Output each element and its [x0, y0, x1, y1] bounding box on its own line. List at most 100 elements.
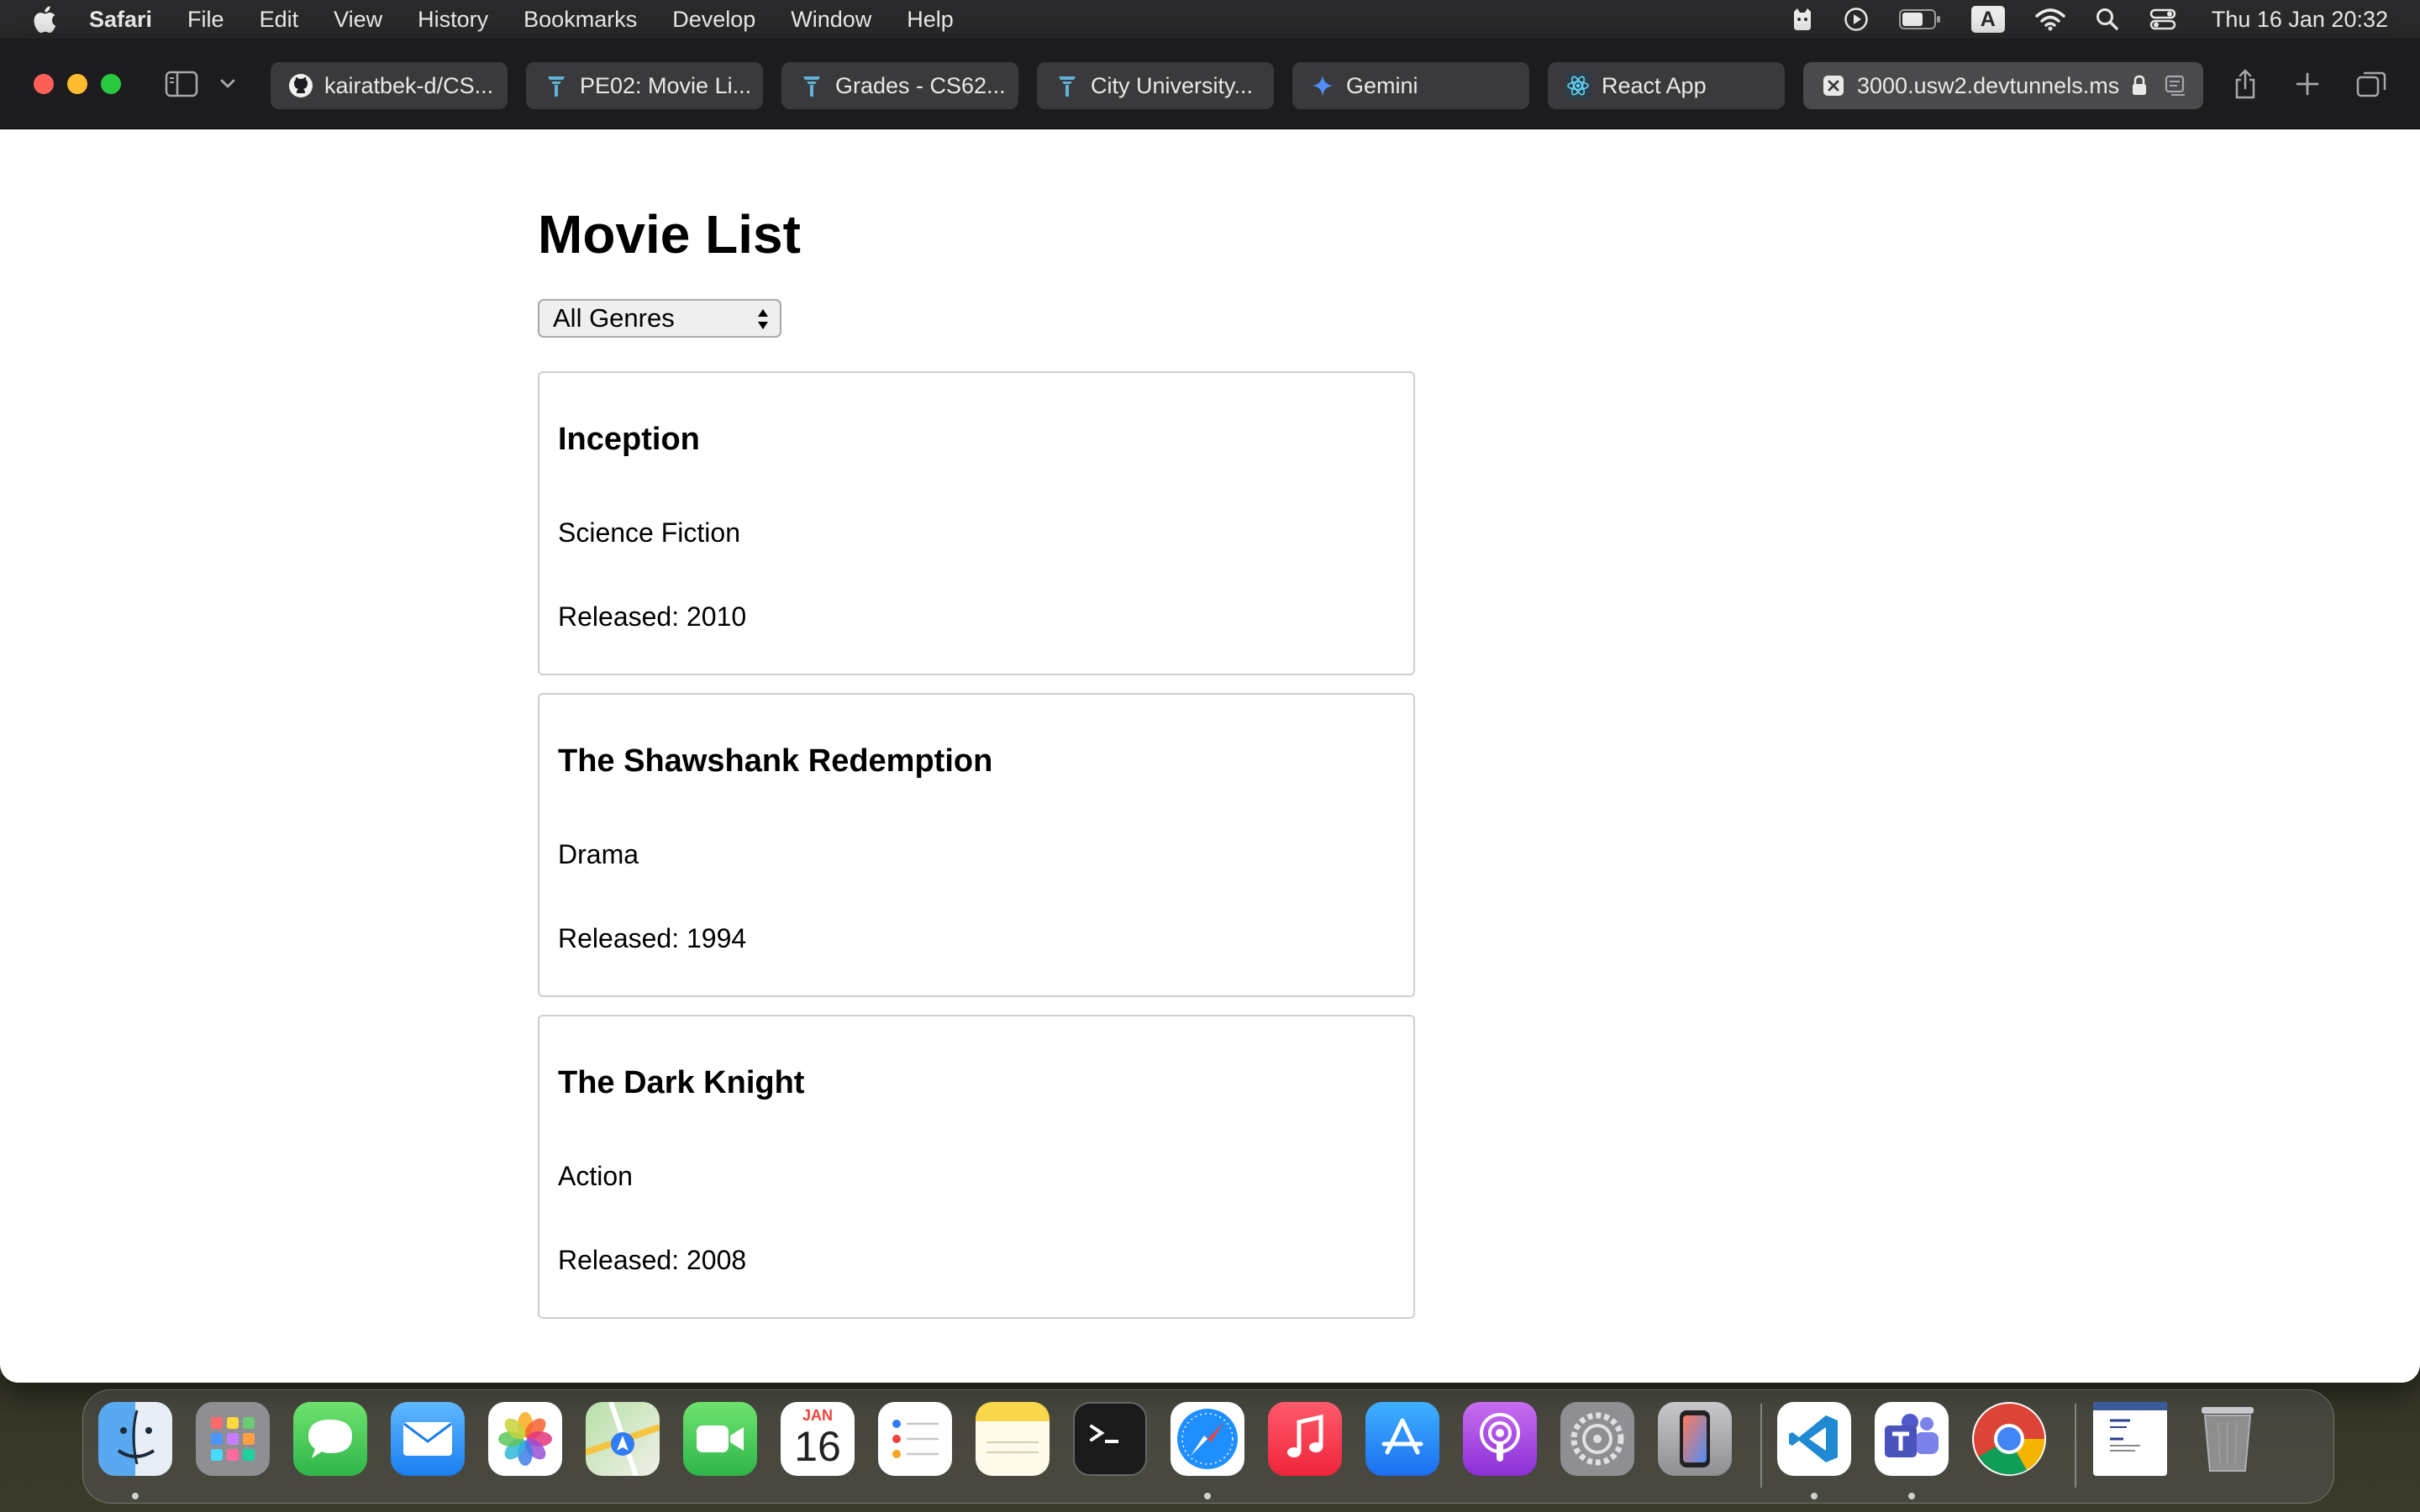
podcasts-icon[interactable]	[1463, 1402, 1537, 1476]
music-icon[interactable]	[1268, 1402, 1342, 1476]
finder-icon[interactable]	[98, 1402, 172, 1476]
running-indicator	[1908, 1493, 1915, 1499]
window-close-button[interactable]	[34, 74, 54, 94]
sidebar-toggle-button[interactable]	[163, 67, 200, 101]
movie-card: The Shawshank Redemption Drama Released:…	[538, 693, 1415, 997]
cityu-icon	[1054, 72, 1081, 99]
tab-label: 3000.usw2.devtunnels.ms	[1857, 72, 2120, 98]
movie-released: Released: 2010	[558, 601, 747, 632]
tab-devtunnels-active[interactable]: 3000.usw2.devtunnels.ms	[1803, 62, 2203, 109]
teams-icon[interactable]	[1875, 1402, 1949, 1476]
movie-released: Released: 1994	[558, 923, 747, 953]
close-tab-icon[interactable]	[1820, 72, 1847, 99]
plus-icon	[2296, 72, 2319, 96]
battery-icon[interactable]	[1898, 9, 1941, 29]
share-icon	[2235, 69, 2255, 99]
vscode-icon[interactable]	[1777, 1402, 1851, 1476]
status-area: A Thu 16 Jan 20:32	[1791, 0, 2388, 39]
genre-filter-value: All Genres	[553, 303, 675, 333]
cat-icon[interactable]	[1791, 7, 1813, 32]
select-arrows-icon	[758, 309, 768, 329]
cityu-icon	[798, 72, 825, 99]
tab-overview-icon	[2356, 71, 2386, 97]
menu-bookmarks[interactable]: Bookmarks	[523, 7, 637, 33]
menu-file[interactable]: File	[187, 7, 224, 33]
mail-icon[interactable]	[391, 1402, 465, 1476]
tab-label: Gemini	[1346, 72, 1418, 98]
lock-icon	[2131, 75, 2148, 97]
input-source-icon[interactable]: A	[1970, 6, 2005, 33]
dock-separator	[1760, 1404, 1762, 1488]
safari-window: kairatbek-d/CS... PE02: Movie Li... Grad…	[0, 39, 2420, 1383]
movie-card: The Dark Knight Action Released: 2008	[538, 1015, 1415, 1319]
new-tab-button[interactable]	[2291, 67, 2324, 101]
movie-title: The Shawshank Redemption	[558, 743, 993, 779]
menu-help[interactable]: Help	[907, 7, 954, 33]
document-preview-icon[interactable]	[2093, 1402, 2167, 1476]
app-store-icon[interactable]	[1365, 1402, 1439, 1476]
react-icon	[1565, 72, 1591, 99]
photos-icon[interactable]	[488, 1402, 562, 1476]
movie-title: Inception	[558, 422, 700, 457]
tab-label: PE02: Movie Li...	[580, 72, 752, 98]
control-center-icon[interactable]	[2149, 8, 2176, 31]
menu-bar: Safari File Edit View History Bookmarks …	[0, 0, 2420, 39]
genre-filter-select[interactable]: All Genres	[538, 299, 781, 338]
tab-overview-button[interactable]	[2353, 67, 2390, 101]
maps-icon[interactable]	[586, 1402, 660, 1476]
page-title: Movie List	[538, 204, 801, 265]
calendar-icon[interactable]: JAN 16	[781, 1402, 855, 1476]
tab-label: kairatbek-d/CS...	[324, 72, 494, 98]
chevron-down-icon	[220, 79, 235, 88]
share-button[interactable]	[2228, 67, 2262, 101]
launchpad-icon[interactable]	[196, 1402, 270, 1476]
movie-title: The Dark Knight	[558, 1065, 805, 1100]
menu-view[interactable]: View	[334, 7, 382, 33]
menu-edit[interactable]: Edit	[260, 7, 299, 33]
cityu-icon	[543, 72, 570, 99]
system-settings-icon[interactable]	[1560, 1402, 1634, 1476]
movie-genre: Action	[558, 1161, 633, 1191]
page-content: Movie List All Genres Inception Science …	[0, 129, 2420, 1383]
messages-icon[interactable]	[293, 1402, 367, 1476]
reader-mode-icon[interactable]	[2165, 74, 2188, 97]
tab-gemini[interactable]: Gemini	[1292, 62, 1529, 109]
trash-icon[interactable]	[2191, 1402, 2265, 1476]
calendar-month: JAN	[802, 1407, 833, 1424]
dock-separator	[2075, 1404, 2076, 1488]
menu-develop[interactable]: Develop	[672, 7, 755, 33]
tab-grades[interactable]: Grades - CS62...	[781, 62, 1018, 109]
gemini-icon	[1309, 72, 1336, 99]
wifi-icon[interactable]	[2035, 8, 2065, 31]
github-icon	[287, 72, 314, 99]
sidebar-icon	[165, 71, 198, 97]
tab-label: Grades - CS62...	[835, 72, 1006, 98]
tab-pe02-movie-list[interactable]: PE02: Movie Li...	[526, 62, 763, 109]
window-zoom-button[interactable]	[101, 74, 121, 94]
tab-react-app[interactable]: React App	[1548, 62, 1785, 109]
apple-menu-icon[interactable]	[32, 5, 57, 34]
movie-genre: Drama	[558, 839, 639, 869]
window-minimize-button[interactable]	[67, 74, 87, 94]
terminal-icon[interactable]	[1073, 1402, 1147, 1476]
play-icon[interactable]	[1844, 7, 1869, 32]
movie-card: Inception Science Fiction Released: 2010	[538, 371, 1415, 675]
menu-window[interactable]: Window	[791, 7, 871, 33]
running-indicator	[132, 1493, 139, 1499]
menu-history[interactable]: History	[418, 7, 488, 33]
facetime-icon[interactable]	[683, 1402, 757, 1476]
menubar-clock[interactable]: Thu 16 Jan 20:32	[2212, 7, 2388, 33]
safari-icon[interactable]	[1171, 1402, 1244, 1476]
tab-city-university[interactable]: City University...	[1037, 62, 1274, 109]
tab-group-menu-button[interactable]	[217, 67, 239, 101]
running-indicator	[1204, 1493, 1211, 1499]
notes-icon[interactable]	[976, 1402, 1050, 1476]
menu-app-name[interactable]: Safari	[89, 7, 152, 33]
calendar-day: 16	[794, 1423, 841, 1470]
iphone-mirroring-icon[interactable]	[1658, 1402, 1732, 1476]
spotlight-search-icon[interactable]	[2096, 8, 2119, 31]
reminders-icon[interactable]	[878, 1402, 952, 1476]
tab-github[interactable]: kairatbek-d/CS...	[271, 62, 508, 109]
safari-toolbar: kairatbek-d/CS... PE02: Movie Li... Grad…	[0, 39, 2420, 129]
chrome-icon[interactable]	[1972, 1402, 2046, 1476]
